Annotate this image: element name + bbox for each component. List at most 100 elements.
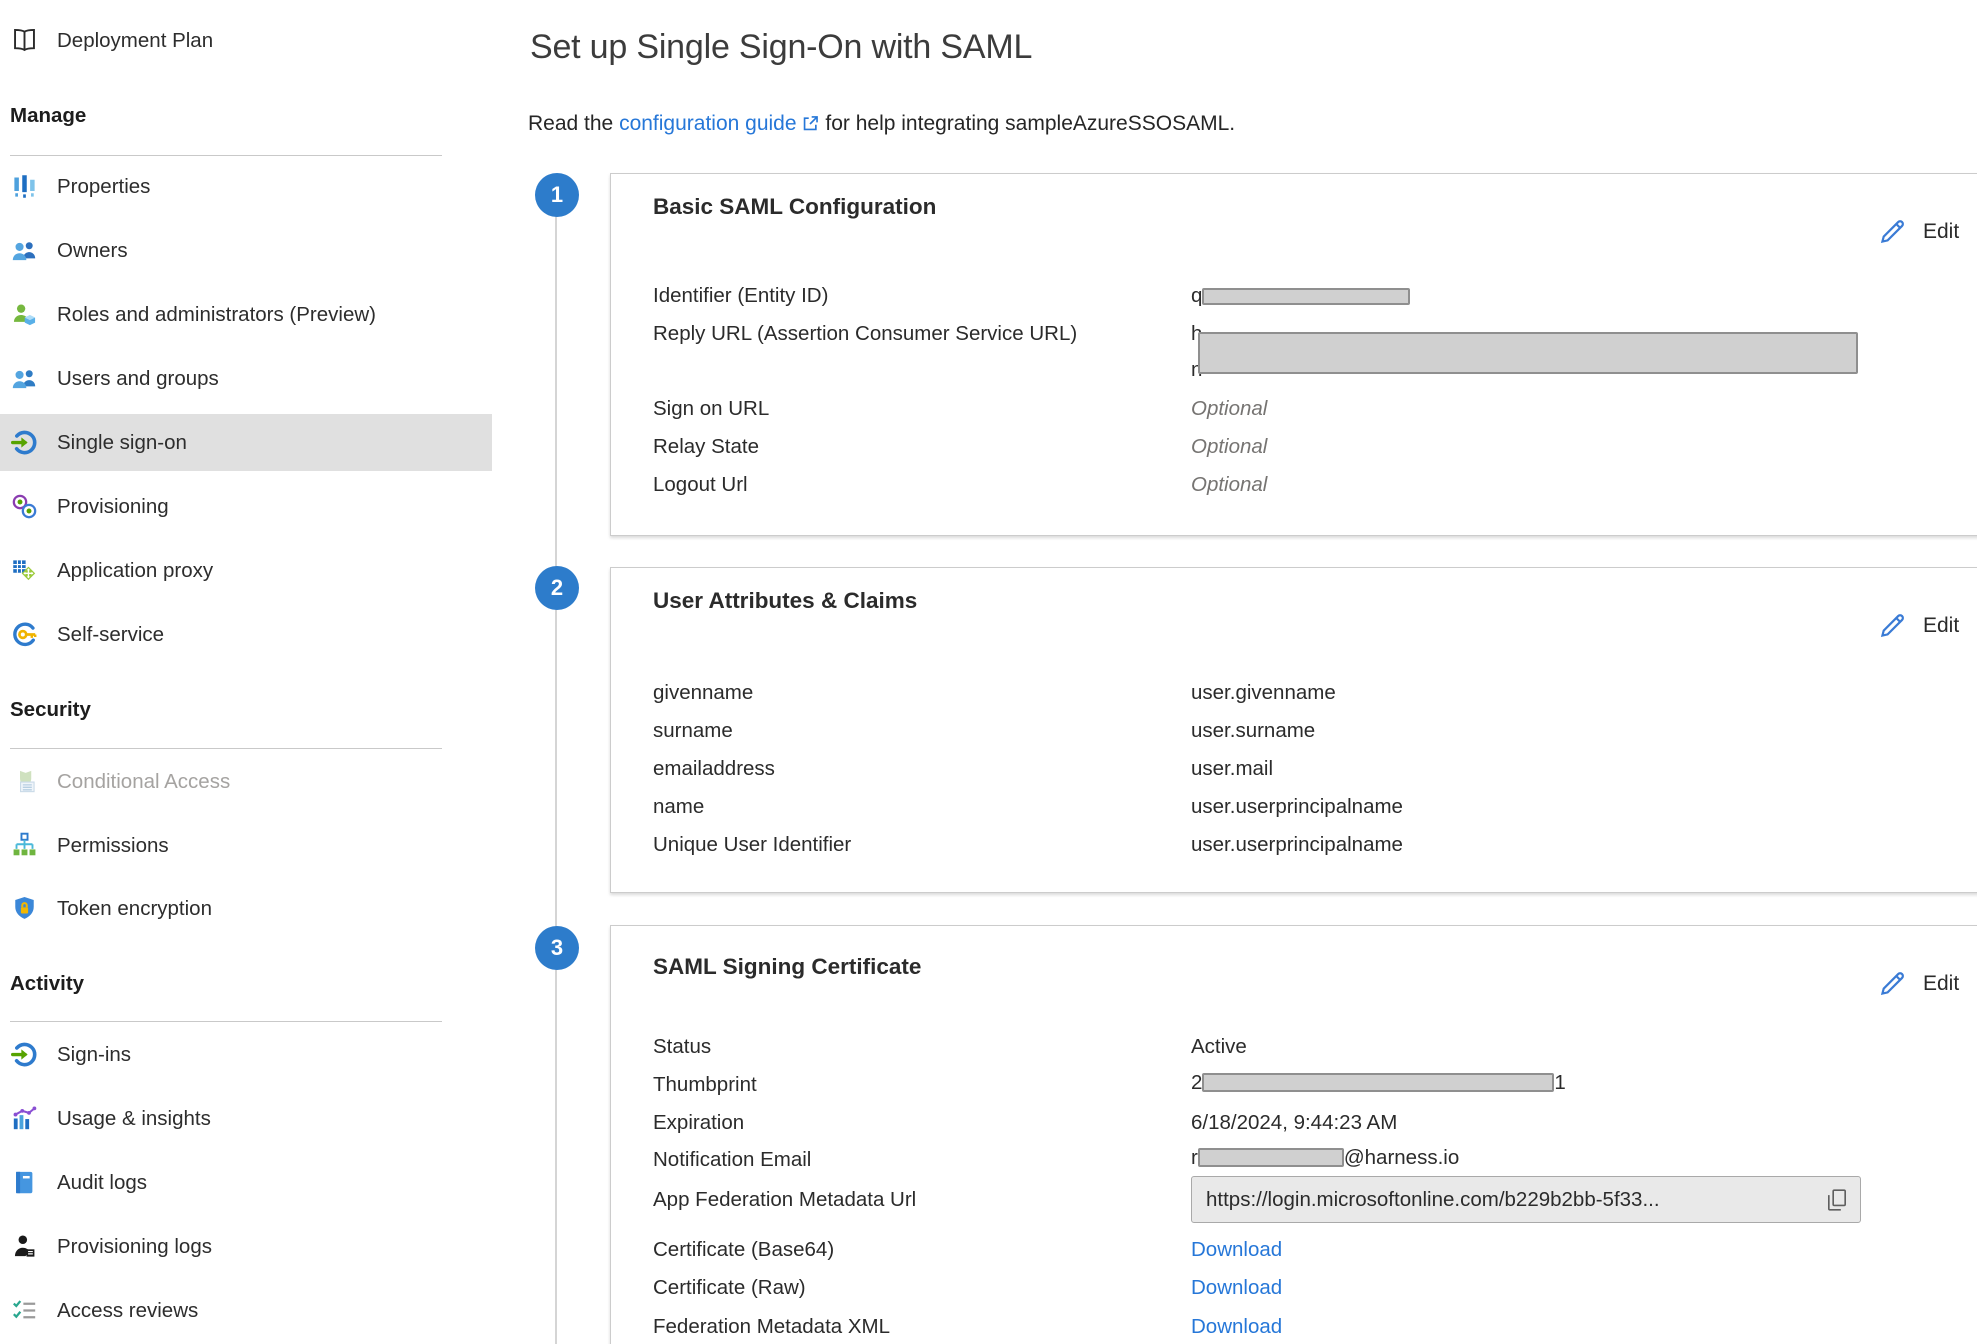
sidebar: Deployment Plan Manage Properties Owners… xyxy=(0,0,492,1344)
edit-user-attributes-button[interactable]: Edit xyxy=(1877,610,1959,641)
claim-row-label: surname xyxy=(653,719,733,743)
thumbprint-label: Thumbprint xyxy=(653,1073,757,1097)
logout-url-value: Optional xyxy=(1191,473,1267,497)
sidebar-item-label: Provisioning xyxy=(57,495,169,519)
sidebar-item-label: Roles and administrators (Preview) xyxy=(57,303,376,327)
certificate-raw-label: Certificate (Raw) xyxy=(653,1276,806,1300)
user-attributes-claims-card: User Attributes & Claims Edit givenname … xyxy=(610,567,1977,893)
sidebar-item-roles-administrators[interactable]: Roles and administrators (Preview) xyxy=(0,286,492,343)
configuration-guide-link[interactable]: configuration guide xyxy=(619,112,796,135)
sidebar-header-activity: Activity xyxy=(10,972,84,996)
intro-text: Read the configuration guide for help in… xyxy=(528,112,1235,136)
page-title: Set up Single Sign-On with SAML xyxy=(530,28,1032,67)
thumbprint-visible-prefix: 2 xyxy=(1191,1071,1202,1094)
sidebar-item-access-reviews[interactable]: Access reviews xyxy=(0,1282,492,1339)
step-badge-1: 1 xyxy=(535,173,579,217)
intro-suffix: for help integrating sampleAzureSSOSAML. xyxy=(825,112,1235,135)
sidebar-item-self-service[interactable]: Self-service xyxy=(0,606,492,663)
role-person-cube-icon xyxy=(10,301,38,329)
edit-signing-certificate-button[interactable]: Edit xyxy=(1877,968,1959,999)
audit-logs-icon xyxy=(10,1169,38,1197)
properties-icon xyxy=(10,173,38,201)
sso-saml-setup-page: Deployment Plan Manage Properties Owners… xyxy=(0,0,1977,1344)
edit-basic-saml-button[interactable]: Edit xyxy=(1877,216,1959,247)
certificate-base64-download-link[interactable]: Download xyxy=(1191,1238,1282,1262)
app-federation-metadata-url-label: App Federation Metadata Url xyxy=(653,1188,916,1212)
sign-on-url-label: Sign on URL xyxy=(653,397,769,421)
sidebar-item-label: Owners xyxy=(57,239,128,263)
sidebar-header-security: Security xyxy=(10,698,91,722)
sidebar-item-sign-ins[interactable]: Sign-ins xyxy=(0,1026,492,1083)
sidebar-item-provisioning-logs[interactable]: Provisioning logs xyxy=(0,1218,492,1275)
sign-ins-icon xyxy=(10,1041,38,1069)
conditional-access-icon xyxy=(10,768,38,796)
claim-row-value: user.userprincipalname xyxy=(1191,833,1403,857)
status-label: Status xyxy=(653,1035,711,1059)
certificate-base64-label: Certificate (Base64) xyxy=(653,1238,834,1262)
step-connector-line xyxy=(555,196,557,1344)
sidebar-item-label: Application proxy xyxy=(57,559,213,583)
divider xyxy=(10,155,442,156)
sidebar-item-label: Deployment Plan xyxy=(57,29,213,53)
basic-saml-configuration-card: Basic SAML Configuration Edit Identifier… xyxy=(610,173,1977,536)
sidebar-item-audit-logs[interactable]: Audit logs xyxy=(0,1154,492,1211)
sidebar-item-label: Access reviews xyxy=(57,1299,198,1323)
metadata-url-text: https://login.microsoftonline.com/b229b2… xyxy=(1206,1188,1816,1212)
sidebar-item-label: Single sign-on xyxy=(57,431,187,455)
sidebar-item-label: Properties xyxy=(57,175,150,199)
edit-label: Edit xyxy=(1923,972,1959,996)
sidebar-item-properties[interactable]: Properties xyxy=(0,158,492,215)
self-service-icon xyxy=(10,621,38,649)
sidebar-item-label: Usage & insights xyxy=(57,1107,211,1131)
sidebar-item-deployment-plan[interactable]: Deployment Plan xyxy=(0,12,492,69)
logout-url-label: Logout Url xyxy=(653,473,748,497)
identifier-value: q xyxy=(1191,284,1410,308)
pencil-icon xyxy=(1877,968,1908,999)
saml-signing-certificate-card: SAML Signing Certificate Edit Status Act… xyxy=(610,925,1977,1344)
sidebar-item-label: Conditional Access xyxy=(57,770,230,794)
sidebar-item-users-and-groups[interactable]: Users and groups xyxy=(0,350,492,407)
sidebar-item-label: Provisioning logs xyxy=(57,1235,212,1259)
provisioning-logs-icon xyxy=(10,1233,38,1261)
sidebar-item-application-proxy[interactable]: Application proxy xyxy=(0,542,492,599)
card-title: SAML Signing Certificate xyxy=(653,954,921,980)
sidebar-item-single-sign-on[interactable]: Single sign-on xyxy=(0,414,492,471)
sidebar-item-owners[interactable]: Owners xyxy=(0,222,492,279)
owners-icon xyxy=(10,237,38,265)
sign-on-url-value: Optional xyxy=(1191,397,1267,421)
redaction-box xyxy=(1202,1073,1554,1092)
sidebar-item-label: Self-service xyxy=(57,623,164,647)
email-visible-suffix: @harness.io xyxy=(1344,1146,1459,1169)
intro-prefix: Read the xyxy=(528,112,613,135)
federation-metadata-xml-label: Federation Metadata XML xyxy=(653,1315,890,1339)
provisioning-icon xyxy=(10,493,38,521)
reply-url-label: Reply URL (Assertion Consumer Service UR… xyxy=(653,322,1077,346)
sidebar-header-manage: Manage xyxy=(10,104,86,128)
copy-icon[interactable] xyxy=(1826,1188,1848,1212)
access-reviews-icon xyxy=(10,1297,38,1325)
external-link-icon[interactable] xyxy=(797,112,820,135)
card-title: User Attributes & Claims xyxy=(653,588,917,614)
permissions-icon xyxy=(10,832,38,860)
app-federation-metadata-url-field[interactable]: https://login.microsoftonline.com/b229b2… xyxy=(1191,1176,1861,1223)
application-proxy-icon xyxy=(10,557,38,585)
book-icon xyxy=(10,27,38,55)
claim-row-value: user.userprincipalname xyxy=(1191,795,1403,819)
redaction-box xyxy=(1202,288,1410,305)
sidebar-item-conditional-access: Conditional Access xyxy=(0,753,492,810)
sidebar-item-usage-insights[interactable]: Usage & insights xyxy=(0,1090,492,1147)
federation-metadata-xml-download-link[interactable]: Download xyxy=(1191,1315,1282,1339)
certificate-raw-download-link[interactable]: Download xyxy=(1191,1276,1282,1300)
sidebar-item-provisioning[interactable]: Provisioning xyxy=(0,478,492,535)
edit-label: Edit xyxy=(1923,614,1959,638)
divider xyxy=(10,1021,442,1022)
sidebar-item-label: Sign-ins xyxy=(57,1043,131,1067)
pencil-icon xyxy=(1877,610,1908,641)
sidebar-item-label: Audit logs xyxy=(57,1171,147,1195)
sidebar-item-token-encryption[interactable]: Token encryption xyxy=(0,880,492,937)
pencil-icon xyxy=(1877,216,1908,247)
edit-label: Edit xyxy=(1923,220,1959,244)
token-encryption-icon xyxy=(10,895,38,923)
identifier-visible-fragment: q xyxy=(1191,284,1202,307)
sidebar-item-permissions[interactable]: Permissions xyxy=(0,817,492,874)
